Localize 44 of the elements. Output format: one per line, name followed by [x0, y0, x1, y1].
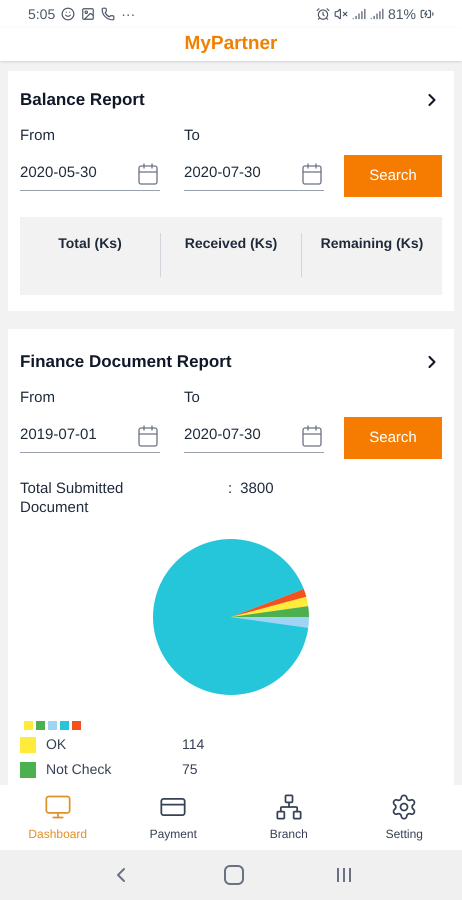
battery-percent: 81% — [388, 4, 416, 24]
date-field[interactable]: 2020-05-30 — [20, 162, 160, 190]
calendar-icon[interactable] — [136, 162, 160, 186]
nav-tab[interactable]: Branch — [231, 792, 346, 842]
column-header: Remaining (Ks) — [320, 234, 424, 253]
nav-tab[interactable]: Setting — [346, 792, 462, 842]
gear-icon — [390, 792, 418, 820]
date-field[interactable]: 2020-07-30 — [184, 162, 324, 190]
card-title: Finance Document Report — [20, 351, 232, 373]
signal-icon — [370, 7, 384, 21]
legend-label: Not Check — [46, 760, 112, 779]
phone-icon — [101, 7, 116, 21]
smiley-icon — [61, 7, 76, 21]
alarm-icon — [316, 7, 330, 21]
home-icon[interactable] — [224, 865, 244, 885]
legend-label: OK — [46, 735, 68, 754]
legend-value: 114 — [182, 735, 204, 754]
image-icon — [81, 7, 96, 21]
legend-value: 75 — [182, 760, 198, 779]
column-header: Total (Ks) — [58, 234, 122, 253]
app-title: MyPartner — [184, 32, 278, 56]
column-header: Received (Ks) — [184, 234, 278, 253]
recents-icon[interactable] — [334, 866, 353, 884]
calendar-icon[interactable] — [300, 162, 324, 186]
date-field[interactable]: 2019-07-01 — [20, 424, 160, 452]
status-time: 5:05 — [28, 4, 56, 24]
monitor-icon — [44, 792, 72, 820]
signal-icon — [352, 7, 366, 21]
more-notifications: ··· — [121, 4, 136, 24]
from-label: From — [20, 126, 56, 146]
from-label: From — [20, 388, 56, 408]
nav-tab[interactable]: Payment — [116, 792, 231, 842]
calendar-icon[interactable] — [136, 424, 160, 448]
to-label: To — [184, 126, 200, 146]
calendar-icon[interactable] — [300, 424, 324, 448]
total-value: 3800 — [240, 479, 274, 499]
card-title: Balance Report — [20, 89, 145, 111]
network-icon — [274, 792, 303, 820]
to-label: To — [184, 388, 200, 408]
battery-icon — [420, 7, 434, 21]
total-separator: : — [228, 479, 232, 499]
total-label: Total Submitted Document — [20, 479, 124, 517]
mute-icon — [334, 7, 348, 21]
date-field[interactable]: 2020-07-30 — [184, 424, 324, 452]
